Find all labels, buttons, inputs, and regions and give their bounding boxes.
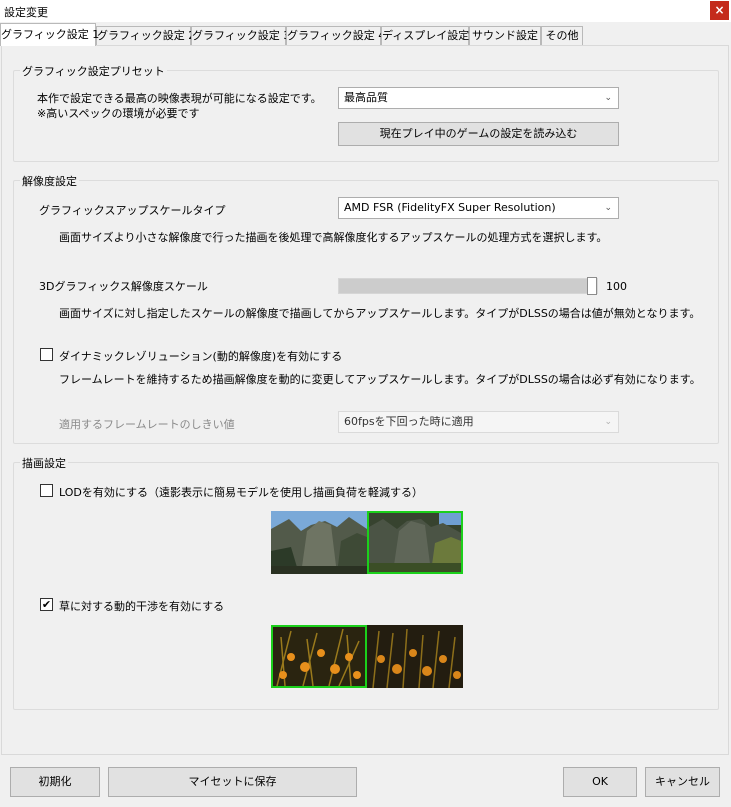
grass-interaction-label[interactable]: 草に対する動的干渉を有効にする [59, 598, 224, 614]
framerate-threshold-value: 60fpsを下回った時に適用 [344, 415, 474, 428]
preset-description-line1: 本作で設定できる最高の映像表現が可能になる設定です。 [37, 92, 322, 105]
grass-preview-on-picture [273, 627, 365, 686]
resolution-group-label: 解像度設定 [20, 173, 79, 189]
ok-button[interactable]: OK [563, 767, 637, 797]
tab-graphics-3[interactable]: グラフィック設定 3 [191, 26, 290, 45]
window-title: 設定変更 [4, 6, 48, 19]
chevron-down-icon: ⌄ [604, 417, 612, 427]
grass-preview-off-picture [367, 625, 463, 688]
dynamic-resolution-label[interactable]: ダイナミックレゾリューション(動的解像度)を有効にする [59, 348, 342, 364]
preset-group-label: グラフィック設定プリセット [20, 63, 167, 79]
upscale-type-description: 画面サイズより小さな解像度で行った描画を後処理で高解像度化するアップスケールの処… [59, 231, 608, 244]
cancel-button[interactable]: キャンセル [645, 767, 720, 797]
resolution-scale-slider[interactable] [338, 277, 598, 295]
reset-button[interactable]: 初期化 [10, 767, 100, 797]
grass-interaction-checkbox[interactable]: ✔ [40, 598, 53, 611]
title-bar: 設定変更 × [0, 0, 731, 22]
resolution-scale-label: 3Dグラフィックス解像度スケール [39, 280, 208, 293]
resolution-scale-value: 100 [606, 280, 627, 293]
tab-other[interactable]: その他 [541, 26, 583, 45]
lod-label[interactable]: LODを有効にする（遠影表示に簡易モデルを使用し描画負荷を軽減する） [59, 484, 423, 500]
upscale-type-select[interactable]: AMD FSR (FidelityFX Super Resolution) ⌄ [338, 197, 619, 219]
check-icon: ✔ [41, 598, 52, 611]
resolution-scale-fill [339, 279, 592, 293]
render-group: 描画設定 LODを有効にする（遠影表示に簡易モデルを使用し描画負荷を軽減する） [13, 455, 719, 710]
preset-select[interactable]: 最高品質 ⌄ [338, 87, 619, 109]
chevron-down-icon: ⌄ [604, 203, 612, 213]
tab-sound[interactable]: サウンド設定 [469, 26, 541, 45]
tab-panel: グラフィック設定プリセット 本作で設定できる最高の映像表現が可能になる設定です。… [1, 45, 729, 755]
lod-preview-image-off[interactable] [271, 511, 367, 574]
close-icon[interactable]: × [710, 1, 729, 20]
lod-preview-on-picture [369, 513, 461, 572]
tab-strip: グラフィック設定 1 グラフィック設定 2 グラフィック設定 3 グラフィック設… [0, 23, 731, 46]
tab-graphics-2[interactable]: グラフィック設定 2 [96, 26, 195, 45]
framerate-threshold-label: 適用するフレームレートのしきい値 [59, 418, 235, 431]
tab-graphics-4[interactable]: グラフィック設定 4 [286, 26, 385, 45]
upscale-type-label: グラフィックスアップスケールタイプ [39, 204, 226, 217]
lod-preview-image-on[interactable] [367, 511, 463, 574]
framerate-threshold-select[interactable]: 60fpsを下回った時に適用 ⌄ [338, 411, 619, 433]
resolution-scale-thumb[interactable] [587, 277, 597, 295]
save-myset-button[interactable]: マイセットに保存 [108, 767, 357, 797]
upscale-type-value: AMD FSR (FidelityFX Super Resolution) [344, 201, 556, 214]
tab-graphics-1[interactable]: グラフィック設定 1 [0, 23, 99, 46]
chevron-down-icon: ⌄ [604, 93, 612, 103]
dynamic-resolution-checkbox[interactable] [40, 348, 53, 361]
dynamic-resolution-description: フレームレートを維持するため描画解像度を動的に変更してアップスケールします。タイ… [59, 373, 701, 386]
preset-description-line2: ※高いスペックの環境が必要です [37, 107, 200, 120]
grass-preview-image-on[interactable] [271, 625, 367, 688]
load-current-settings-button[interactable]: 現在プレイ中のゲームの設定を読み込む [338, 122, 619, 146]
tab-display[interactable]: ディスプレイ設定 [381, 26, 469, 45]
resolution-group: 解像度設定 グラフィックスアップスケールタイプ AMD FSR (Fidelit… [13, 173, 719, 444]
preset-group: グラフィック設定プリセット 本作で設定できる最高の映像表現が可能になる設定です。… [13, 63, 719, 162]
lod-checkbox[interactable] [40, 484, 53, 497]
lod-preview-off-picture [271, 511, 367, 574]
grass-preview-image-off[interactable] [367, 625, 463, 688]
render-group-label: 描画設定 [20, 455, 68, 471]
preset-select-value: 最高品質 [344, 91, 388, 104]
resolution-scale-description: 画面サイズに対し指定したスケールの解像度で描画してからアップスケールします。タイ… [59, 307, 701, 320]
